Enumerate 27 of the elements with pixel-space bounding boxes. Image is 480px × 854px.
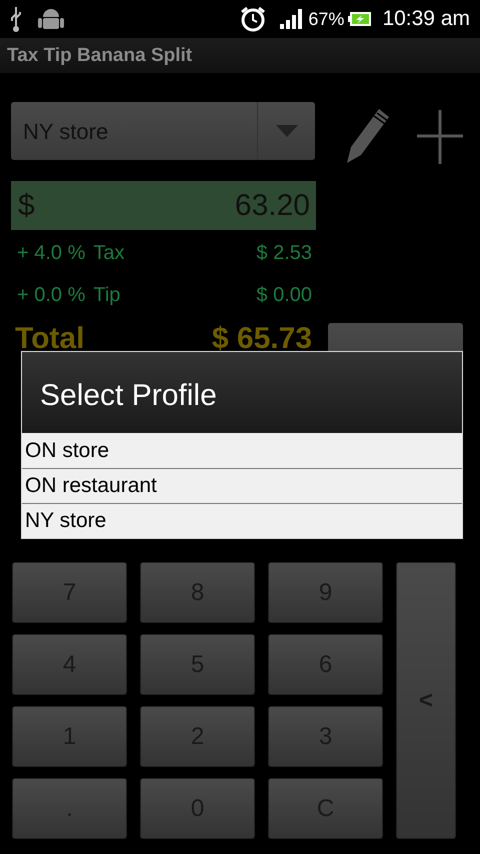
total-label: Total	[15, 324, 84, 354]
dialog-title: Select Profile	[22, 352, 462, 433]
total-amount: $ 65.73	[212, 324, 312, 354]
backspace-key[interactable]: <	[396, 562, 456, 839]
line-amount: $ 0.00	[256, 283, 312, 308]
alarm-icon	[240, 6, 266, 32]
app-title: Tax Tip Banana Split	[0, 38, 480, 73]
caret-icon	[276, 125, 298, 137]
battery-percent: 67%	[308, 8, 344, 30]
percent-text: + 0.0 %	[17, 283, 86, 308]
profile-option[interactable]: NY store	[22, 503, 462, 538]
signal-icon	[280, 9, 304, 29]
clock-time: 10:39 am	[382, 6, 470, 32]
percent-text: + 4.0 %	[17, 241, 86, 266]
line-label: Tax	[93, 241, 126, 266]
add-icon[interactable]	[417, 110, 463, 164]
profile-option[interactable]: ON restaurant	[22, 468, 462, 503]
line-amount: $ 2.53	[256, 241, 312, 266]
currency-symbol: $	[18, 188, 35, 224]
battery-icon	[348, 11, 372, 27]
amount-value: 63.20	[234, 188, 310, 224]
amount-field[interactable]: $ 63.20	[11, 181, 316, 230]
line-label: Tip	[93, 283, 122, 308]
profile-option[interactable]: ON store	[22, 433, 462, 468]
keypad-key[interactable]: .	[12, 778, 127, 839]
android-icon	[38, 6, 64, 32]
usb-icon	[10, 6, 22, 32]
